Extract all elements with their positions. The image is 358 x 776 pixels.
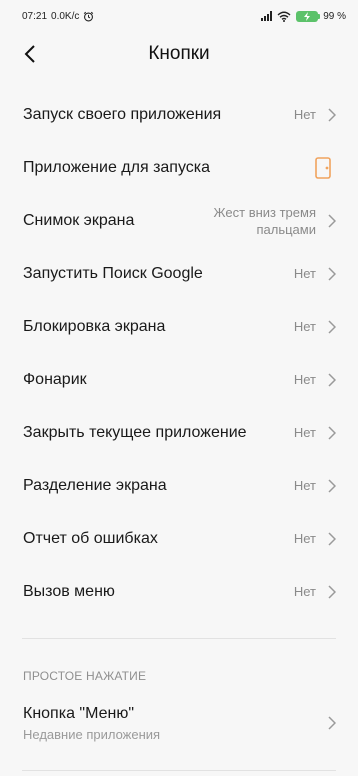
chevron-right-icon — [328, 584, 336, 599]
chevron-right-icon — [328, 107, 336, 122]
status-right: 99 % — [261, 10, 346, 22]
row-value: Нет — [293, 531, 316, 546]
setting-app-to-launch[interactable]: Приложение для запуска — [0, 141, 358, 194]
row-value: Нет — [293, 584, 316, 599]
alarm-icon — [84, 11, 94, 21]
wifi-icon — [277, 11, 291, 22]
row-label: Кнопка "Меню" — [23, 704, 135, 722]
row-value: Нет — [293, 425, 316, 440]
chevron-right-icon — [328, 531, 336, 546]
row-label: Вызов меню — [23, 582, 115, 600]
chevron-right-icon — [328, 478, 336, 493]
chevron-right-icon — [328, 425, 336, 440]
charging-bolt-icon — [304, 11, 311, 21]
row-value-line1: Жест вниз тремя — [213, 204, 316, 220]
setting-google-search[interactable]: Запустить Поиск Google Нет — [0, 247, 358, 300]
setting-open-menu[interactable]: Вызов меню Нет — [0, 565, 358, 618]
row-label: Блокировка экрана — [23, 317, 166, 335]
row-subtitle: Недавние приложения — [23, 726, 161, 742]
header: Кнопки — [0, 32, 358, 76]
battery-icon — [296, 10, 321, 22]
chevron-right-icon — [328, 213, 336, 228]
row-label: Закрыть текущее приложение — [23, 423, 247, 441]
row-label: Запуск своего приложения — [23, 105, 222, 123]
chevron-left-icon — [24, 45, 35, 63]
row-label: Приложение для запуска — [23, 158, 211, 176]
row-label: Фонарик — [23, 370, 87, 388]
row-label: Отчет об ошибках — [23, 529, 158, 547]
setting-screenshot[interactable]: Снимок экрана Жест вниз тремя пальцами — [0, 194, 358, 247]
settings-list: Запуск своего приложения Нет Приложение … — [0, 88, 358, 618]
bottom-divider — [22, 770, 336, 771]
row-value: Нет — [293, 107, 316, 122]
row-label: Запустить Поиск Google — [23, 264, 203, 282]
setting-menu-button[interactable]: Кнопка "Меню" Недавние приложения — [0, 695, 358, 751]
setting-close-current-app[interactable]: Закрыть текущее приложение Нет — [0, 406, 358, 459]
status-left: 07:21 0.0K/c — [22, 11, 94, 22]
chevron-right-icon — [328, 716, 336, 730]
status-bar: 07:21 0.0K/c 99 % — [0, 0, 358, 32]
signal-icon — [261, 11, 273, 21]
app-placeholder-icon[interactable] — [312, 156, 334, 180]
chevron-right-icon — [328, 319, 336, 334]
back-button[interactable] — [18, 42, 42, 66]
page-title: Кнопки — [148, 43, 210, 64]
row-label: Снимок экрана — [23, 211, 135, 229]
row-value: Нет — [293, 319, 316, 334]
row-value: Нет — [293, 266, 316, 281]
setting-flashlight[interactable]: Фонарик Нет — [0, 353, 358, 406]
status-speed: 0.0K/c — [51, 10, 80, 22]
setting-launch-own-app[interactable]: Запуск своего приложения Нет — [0, 88, 358, 141]
screen: 07:21 0.0K/c 99 % Кнопки Запуск своего п… — [0, 0, 358, 776]
row-value: Нет — [293, 478, 316, 493]
setting-bug-report[interactable]: Отчет об ошибках Нет — [0, 512, 358, 565]
chevron-right-icon — [328, 372, 336, 387]
row-label: Разделение экрана — [23, 476, 167, 494]
chevron-right-icon — [328, 266, 336, 281]
section-title: ПРОСТОЕ НАЖАТИЕ — [23, 669, 147, 683]
setting-split-screen[interactable]: Разделение экрана Нет — [0, 459, 358, 512]
row-value: Нет — [293, 372, 316, 387]
status-time: 07:21 — [22, 10, 48, 22]
row-texts: Кнопка "Меню" Недавние приложения — [23, 705, 328, 742]
row-value-line2: пальцами — [256, 221, 316, 237]
row-value: Жест вниз тремя пальцами — [196, 204, 316, 238]
battery-percent: 99 % — [323, 10, 346, 22]
setting-lock-screen[interactable]: Блокировка экрана Нет — [0, 300, 358, 353]
